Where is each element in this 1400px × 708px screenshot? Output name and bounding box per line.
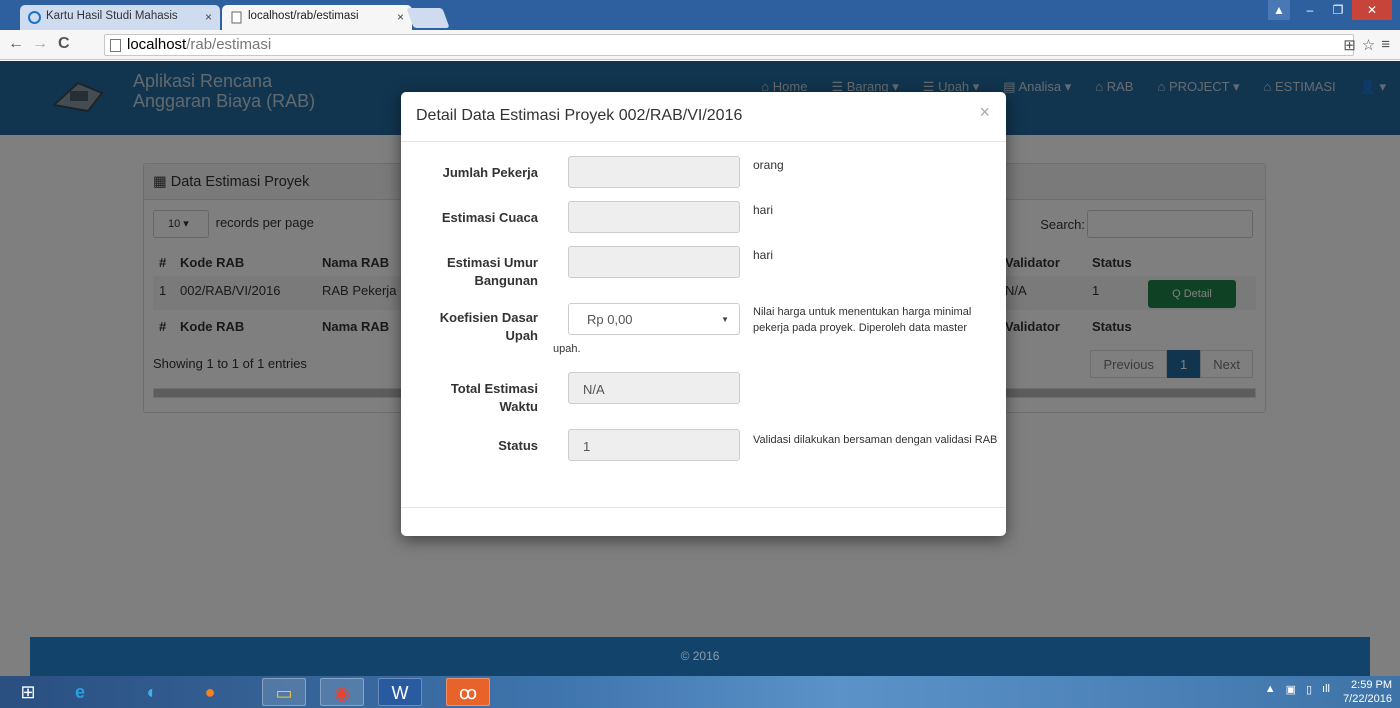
clock-time: 2:59 PM	[1351, 679, 1392, 691]
field-help-extra: upah.	[553, 343, 581, 355]
xampp-icon[interactable]: ꝏ	[446, 678, 490, 706]
tab-title: Kartu Hasil Studi Mahasis	[46, 10, 178, 22]
jumlah-pekerja-input[interactable]	[568, 156, 740, 188]
chevron-down-icon: ▼	[721, 315, 729, 324]
close-icon[interactable]: ×	[979, 102, 990, 123]
taskbar: ⊞ e ◐ ● ▭ ◉ W ꝏ ▲ ▣ ▯ ıll 2:59 PM 7/22/2…	[0, 676, 1400, 708]
maximize-button[interactable]: ❐	[1324, 0, 1352, 20]
page-icon	[110, 39, 121, 52]
star-icon[interactable]: ☆	[1362, 36, 1375, 54]
tab-kartu-hasil-studi[interactable]: Kartu Hasil Studi Mahasis ×	[20, 5, 220, 30]
firefox-icon[interactable]: ●	[188, 678, 232, 706]
page-icon	[231, 11, 242, 24]
page-footer: © 2016	[30, 637, 1370, 676]
start-icon[interactable]: ⊞	[6, 678, 50, 706]
field-label: Koefisien Dasar Upah	[439, 310, 538, 343]
menu-icon[interactable]: ≡	[1381, 36, 1390, 54]
field-label: Jumlah Pekerja	[442, 165, 538, 180]
field-help: Nilai harga untuk menentukan harga minim…	[753, 306, 972, 334]
new-tab-button[interactable]	[406, 8, 450, 28]
url-path: /rab/estimasi	[186, 36, 272, 53]
system-clock[interactable]: 2:59 PM 7/22/2016	[1343, 678, 1392, 706]
field-help: Validasi dilakukan bersaman dengan valid…	[753, 434, 998, 446]
back-arrow-icon[interactable]: ←	[8, 35, 24, 53]
field-help: hari	[753, 248, 774, 262]
modal-title: Detail Data Estimasi Proyek 002/RAB/VI/2…	[416, 107, 743, 124]
field-label: Estimasi Umur Bangunan	[446, 255, 538, 288]
chrome-icon[interactable]: ◉	[320, 678, 364, 706]
tab-estimasi[interactable]: localhost/rab/estimasi ×	[222, 5, 412, 30]
modal-header: Detail Data Estimasi Proyek 002/RAB/VI/2…	[401, 92, 1006, 142]
detail-modal: Detail Data Estimasi Proyek 002/RAB/VI/2…	[401, 92, 1006, 536]
tab-title: localhost/rab/estimasi	[248, 10, 359, 22]
system-tray: ▲ ▣ ▯ ıll	[1265, 683, 1330, 696]
signal-icon[interactable]: ıll	[1322, 683, 1330, 696]
browser-tab-strip: Kartu Hasil Studi Mahasis × localhost/ra…	[0, 0, 1400, 30]
total-estimasi-waktu-input[interactable]: N/A	[568, 372, 740, 404]
ie-icon	[28, 11, 41, 24]
translate-icon[interactable]: ⊞	[1343, 36, 1356, 54]
field-label: Total Estimasi Waktu	[450, 381, 538, 414]
close-window-button[interactable]: ✕	[1352, 0, 1392, 20]
window-controls: ▲ – ❐ ✕	[1268, 0, 1392, 22]
ie-classic-icon[interactable]: ◐	[130, 678, 174, 706]
status-input[interactable]: 1	[568, 429, 740, 461]
field-label: Status	[498, 438, 538, 453]
network-icon[interactable]: ▣	[1286, 683, 1296, 696]
field-help: orang	[753, 158, 784, 172]
close-tab-icon[interactable]: ×	[205, 10, 212, 24]
field-help: hari	[753, 203, 774, 217]
modal-footer-divider	[401, 507, 1006, 508]
estimasi-cuaca-input[interactable]	[568, 201, 740, 233]
field-label: Estimasi Cuaca	[441, 210, 538, 225]
address-bar: ← → C localhost/rab/estimasi ⊞ ☆ ≡	[0, 30, 1400, 60]
word-icon[interactable]: W	[378, 678, 422, 706]
estimasi-umur-input[interactable]	[568, 246, 740, 278]
koefisien-upah-select[interactable]: Rp 0,00 ▼	[568, 303, 740, 335]
ie-icon[interactable]: e	[58, 678, 102, 706]
battery-icon[interactable]: ▯	[1306, 683, 1312, 696]
tray-arrow-icon[interactable]: ▲	[1265, 683, 1276, 696]
clock-date: 7/22/2016	[1343, 693, 1392, 705]
forward-arrow-icon[interactable]: →	[32, 35, 48, 53]
address-bar-actions: ⊞ ☆ ≡	[1343, 36, 1390, 54]
close-tab-icon[interactable]: ×	[397, 10, 404, 24]
folder-icon[interactable]: ▭	[262, 678, 306, 706]
reload-icon[interactable]: C	[58, 35, 70, 53]
profile-icon[interactable]: ▲	[1268, 0, 1290, 20]
url-input[interactable]: localhost/rab/estimasi	[104, 34, 1354, 56]
select-value: Rp 0,00	[587, 312, 633, 327]
minimize-button[interactable]: –	[1296, 0, 1324, 20]
url-host: localhost	[127, 36, 187, 53]
